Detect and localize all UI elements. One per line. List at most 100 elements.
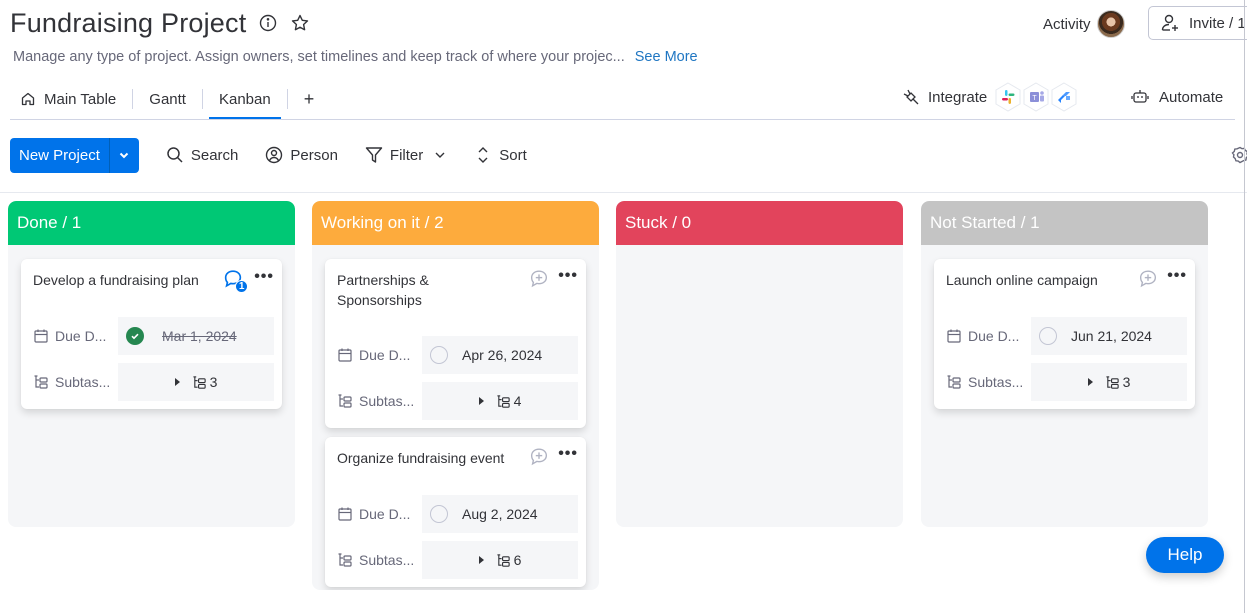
- card-header: Launch online campaign •••: [946, 259, 1187, 309]
- subitems-icon: [947, 375, 961, 389]
- due-date-label-text: Due D...: [968, 328, 1020, 344]
- filter-button[interactable]: Filter: [364, 145, 447, 165]
- due-date-value[interactable]: Apr 26, 2024: [422, 336, 578, 374]
- info-icon[interactable]: [258, 13, 278, 33]
- robot-icon: [1131, 90, 1149, 103]
- due-date-label: Due D...: [337, 506, 422, 522]
- kanban-card[interactable]: Develop a fundraising plan 1 ••• Due D..…: [21, 259, 282, 409]
- activity-button[interactable]: Activity: [1043, 10, 1125, 38]
- expand-triangle-icon[interactable]: [478, 397, 484, 405]
- column-header[interactable]: Working on it / 2: [312, 201, 599, 245]
- due-date-label-text: Due D...: [359, 506, 411, 522]
- sort-button[interactable]: Sort: [473, 145, 527, 165]
- due-date-value[interactable]: Jun 21, 2024: [1031, 317, 1187, 355]
- kanban-card[interactable]: Launch online campaign ••• Due D... Jun …: [934, 259, 1195, 409]
- expand-triangle-icon[interactable]: [478, 556, 484, 564]
- updates-button[interactable]: 1: [222, 268, 249, 293]
- calendar-icon: [947, 329, 961, 343]
- due-date-text: Aug 2, 2024: [462, 506, 538, 522]
- kanban-column-stuck: Stuck / 0: [616, 201, 903, 527]
- due-date-text: Mar 1, 2024: [162, 328, 237, 344]
- subtasks-value[interactable]: 6: [422, 541, 578, 579]
- person-filter-button[interactable]: Person: [264, 145, 338, 165]
- kanban-column-working-on-it: Working on it / 2 Partnerships & Sponsor…: [312, 201, 599, 590]
- calendar-icon: [338, 507, 352, 521]
- add-update-icon[interactable]: [528, 446, 550, 468]
- integrate-button[interactable]: Integrate T: [902, 82, 1079, 112]
- empty-circle-icon[interactable]: [1039, 327, 1057, 345]
- filter-icon: [365, 147, 383, 163]
- column-header[interactable]: Done / 1: [8, 201, 295, 245]
- due-date-label: Due D...: [946, 328, 1031, 344]
- avatar[interactable]: [1096, 10, 1125, 38]
- card-title[interactable]: Partnerships & Sponsorships: [337, 270, 457, 310]
- teams-icon: T: [1021, 81, 1051, 113]
- card-title[interactable]: Launch online campaign: [946, 270, 1098, 290]
- see-more-link[interactable]: See More: [635, 49, 698, 65]
- subtasks-row: Subtas... 4: [337, 382, 578, 420]
- add-update-icon[interactable]: [1137, 268, 1159, 290]
- updates-count-badge: 1: [235, 280, 249, 293]
- card-header: Organize fundraising event •••: [337, 437, 578, 487]
- column-header[interactable]: Stuck / 0: [616, 201, 903, 245]
- card-actions: 1 •••: [222, 268, 274, 293]
- automate-button[interactable]: Automate: [1130, 82, 1223, 112]
- due-date-value[interactable]: Mar 1, 2024: [118, 317, 274, 355]
- search-button[interactable]: Search: [165, 145, 239, 165]
- due-date-row: Due D... Aug 2, 2024: [337, 495, 578, 533]
- new-project-dropdown[interactable]: [108, 137, 139, 173]
- chevron-down-icon[interactable]: [433, 148, 447, 162]
- tab-main-table[interactable]: Main Table: [10, 81, 126, 117]
- jira-icon: [1049, 81, 1079, 113]
- description-text: Manage any type of project. Assign owner…: [13, 49, 625, 65]
- more-options-icon[interactable]: •••: [254, 269, 274, 285]
- add-view-button[interactable]: +: [294, 81, 325, 117]
- tab-divider: [132, 89, 134, 109]
- column-body: [616, 245, 903, 259]
- scrollbar[interactable]: [1244, 0, 1245, 613]
- empty-circle-icon[interactable]: [430, 346, 448, 364]
- sort-icon: [478, 147, 488, 163]
- tab-gantt[interactable]: Gantt: [139, 81, 196, 117]
- due-date-label: Due D...: [33, 328, 118, 344]
- new-project-button[interactable]: New Project: [10, 138, 109, 173]
- person-label: Person: [290, 146, 338, 164]
- expand-triangle-icon[interactable]: [1087, 378, 1093, 386]
- invite-button[interactable]: Invite / 1: [1148, 6, 1247, 40]
- add-update-icon[interactable]: [528, 268, 550, 290]
- more-options-icon[interactable]: •••: [558, 268, 578, 284]
- chevron-down-icon: [120, 152, 129, 159]
- more-options-icon[interactable]: •••: [1167, 268, 1187, 284]
- board-description: Manage any type of project. Assign owner…: [13, 49, 698, 65]
- column-title: Stuck / 0: [625, 213, 692, 232]
- kanban-card[interactable]: Partnerships & Sponsorships ••• Due D...…: [325, 259, 586, 428]
- column-title: Not Started / 1: [930, 213, 1040, 232]
- tab-kanban[interactable]: Kanban: [208, 81, 281, 119]
- subtasks-count: 4: [513, 393, 522, 409]
- tabs-divider: [10, 119, 1235, 120]
- star-icon[interactable]: [290, 13, 310, 33]
- subtasks-label-text: Subtas...: [359, 393, 415, 409]
- subtasks-row: Subtas... 3: [946, 363, 1187, 401]
- more-options-icon[interactable]: •••: [558, 446, 578, 462]
- kanban-column-not-started: Not Started / 1 Launch online campaign •…: [921, 201, 1208, 527]
- subtasks-value[interactable]: 3: [1031, 363, 1187, 401]
- slack-icon: [993, 81, 1023, 113]
- expand-triangle-icon[interactable]: [174, 378, 180, 386]
- card-title[interactable]: Develop a fundraising plan: [33, 270, 199, 290]
- column-header[interactable]: Not Started / 1: [921, 201, 1208, 245]
- due-date-value[interactable]: Aug 2, 2024: [422, 495, 578, 533]
- kanban-card[interactable]: Organize fundraising event ••• Due D... …: [325, 437, 586, 587]
- page-title[interactable]: Fundraising Project: [10, 8, 246, 39]
- subitems-icon: [1106, 375, 1119, 389]
- board-toolbar: New Project Search Person Filter Sort: [10, 137, 527, 173]
- subtasks-value[interactable]: 4: [422, 382, 578, 420]
- card-title[interactable]: Organize fundraising event: [337, 448, 504, 468]
- card-actions: •••: [1137, 268, 1187, 290]
- search-label: Search: [190, 146, 239, 164]
- subtasks-value[interactable]: 3: [118, 363, 274, 401]
- column-title: Working on it / 2: [321, 213, 444, 232]
- empty-circle-icon[interactable]: [430, 505, 448, 523]
- help-button[interactable]: Help: [1146, 537, 1224, 573]
- tab-label: Kanban: [218, 90, 271, 108]
